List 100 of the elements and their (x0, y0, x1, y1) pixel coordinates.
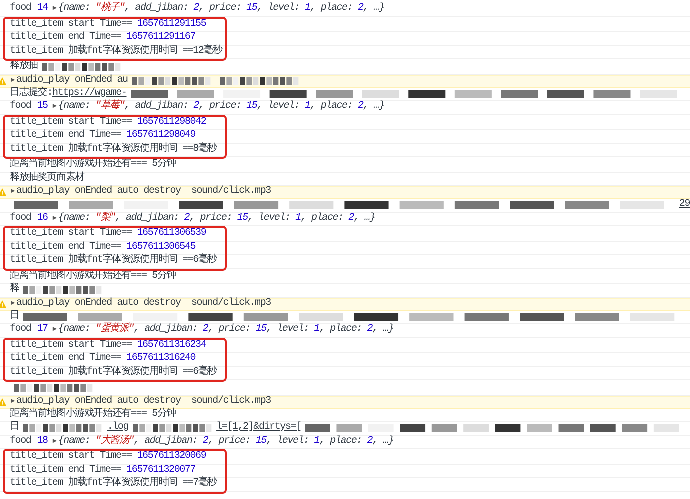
log-text: , add_jiban: (124, 101, 190, 114)
log-text: , place: (300, 212, 344, 225)
number-value: 15 (246, 3, 258, 16)
log-text: title_item end Time== (10, 32, 122, 44)
log-text: {name: (58, 212, 92, 225)
number-value: 2 (194, 3, 199, 16)
number-value: 1657611320069 (137, 451, 206, 464)
string-value: "草莓" (95, 101, 125, 114)
log-text: audio_play onEnded auto destroy sound/click.mp3 (16, 186, 271, 199)
number-value: 17 (37, 324, 48, 336)
number-value: 15 (246, 101, 258, 114)
log-text: title_item start Time== (10, 116, 133, 129)
log-link[interactable]: l=[1,2]&dirtys=[ (216, 422, 302, 434)
log-text: title_item 加载fnt字体资源使用时间 ==7毫秒 (10, 478, 218, 490)
log-text: , …} (363, 101, 384, 114)
number-value: 1657611320077 (126, 464, 196, 476)
warning-icon (0, 300, 7, 308)
log-link[interactable]: .log (107, 422, 129, 434)
string-value: "蛋黄派" (95, 324, 134, 336)
log-text: , …} (363, 3, 384, 16)
log-text: audio_play onEnded auto destroy sound/click.mp3 (16, 298, 271, 310)
number-value: 15 (37, 101, 48, 114)
log-text: 日志提交: (10, 88, 53, 100)
number-value: 1 (314, 324, 320, 336)
log-text: 释 (10, 284, 20, 296)
log-text: food (10, 101, 32, 114)
log-text: , place: (320, 436, 363, 448)
log-text: {name: (58, 101, 92, 114)
number-value: 1657611291167 (126, 32, 196, 44)
log-text: 日 (10, 310, 20, 323)
number-value: 1 (304, 3, 310, 16)
log-text: , place: (320, 324, 363, 336)
number-value: 1657611316240 (126, 353, 196, 366)
log-text: title_item 加载fnt字体资源使用时间 ==6毫秒 (10, 366, 218, 379)
log-text: title_item end Time== (10, 353, 122, 366)
number-value: 1657611298042 (137, 116, 206, 129)
log-text: , place: (310, 3, 354, 16)
warning-icon (0, 398, 7, 406)
log-link[interactable]: https://wgame- (52, 88, 127, 100)
string-value: "大酱汤" (95, 436, 134, 448)
log-text: audio_play onEnded au (16, 74, 128, 86)
log-text: title_item end Time== (10, 242, 122, 254)
log-text: food (10, 212, 32, 225)
log-text: title_item 加载fnt字体资源使用时间 ==6毫秒 (10, 255, 218, 268)
log-text: title_item start Time== (10, 451, 133, 464)
number-value: 15 (256, 324, 267, 336)
log-text: title_item 加载fnt字体资源使用时间 ==8毫秒 (10, 144, 218, 156)
number-value: 15 (237, 212, 248, 225)
log-text: , …} (354, 212, 376, 225)
log-text: , add_jiban: (134, 436, 199, 448)
number-value: 1657611298049 (126, 130, 196, 142)
number-value: 1657611306545 (126, 242, 196, 254)
log-text: {name: (58, 324, 92, 336)
log-text: food (10, 3, 32, 16)
log-text: , add_jiban: (115, 212, 180, 225)
log-text: , price: (208, 436, 252, 448)
number-value: 15 (256, 436, 267, 448)
log-text: title_item start Time== (10, 18, 133, 31)
number-value: 2 (358, 101, 364, 114)
log-text: {name: (58, 436, 92, 448)
number-value: 1 (304, 101, 310, 114)
number-value: 2 (367, 436, 373, 448)
log-text: , level: (248, 212, 292, 225)
log-text: food (10, 436, 32, 448)
log-text: 距离当前地图小游戏开始还有=== 5分钟 (10, 408, 176, 421)
log-text: title_item start Time== (10, 340, 133, 352)
number-value: 1 (314, 436, 320, 448)
number-value: 1 (296, 212, 301, 225)
number-value: 16 (37, 212, 48, 225)
log-text: title_item end Time== (10, 464, 122, 476)
log-text: , price: (198, 3, 242, 16)
log-text: , place: (310, 101, 354, 114)
log-text: , level: (257, 101, 301, 114)
log-text: , …} (372, 324, 394, 336)
number-value: 14 (37, 3, 48, 16)
log-link[interactable]: 29 (679, 199, 690, 212)
log-text: , price: (190, 212, 234, 225)
number-value: 2 (358, 3, 364, 16)
log-text: , …} (372, 436, 394, 448)
number-value: 2 (194, 101, 199, 114)
log-text: title_item end Time== (10, 130, 122, 142)
log-text: 释放抽奖页面素材 (10, 172, 84, 185)
log-text: , level: (257, 3, 301, 16)
log-text: , add_jiban: (124, 3, 190, 16)
number-value: 2 (184, 212, 190, 225)
log-text: , level: (266, 436, 310, 448)
log-text: 日 (10, 422, 20, 434)
log-text: food (10, 324, 32, 336)
warning-icon (0, 76, 7, 86)
number-value: 1657611291155 (137, 18, 206, 31)
number-value: 18 (37, 436, 48, 448)
log-text: , level: (266, 324, 310, 336)
number-value: 1657611316234 (137, 340, 206, 352)
log-text: , add_jiban: (134, 324, 199, 336)
log-text: title_item 加载fnt字体资源使用时间 ==12毫秒 (10, 46, 222, 58)
log-text: , price: (198, 101, 242, 114)
log-text: audio_play onEnded auto destroy sound/click.mp3 (16, 396, 271, 408)
warning-icon (0, 188, 7, 197)
string-value: "桃子" (95, 3, 125, 16)
log-text: {name: (58, 3, 92, 16)
